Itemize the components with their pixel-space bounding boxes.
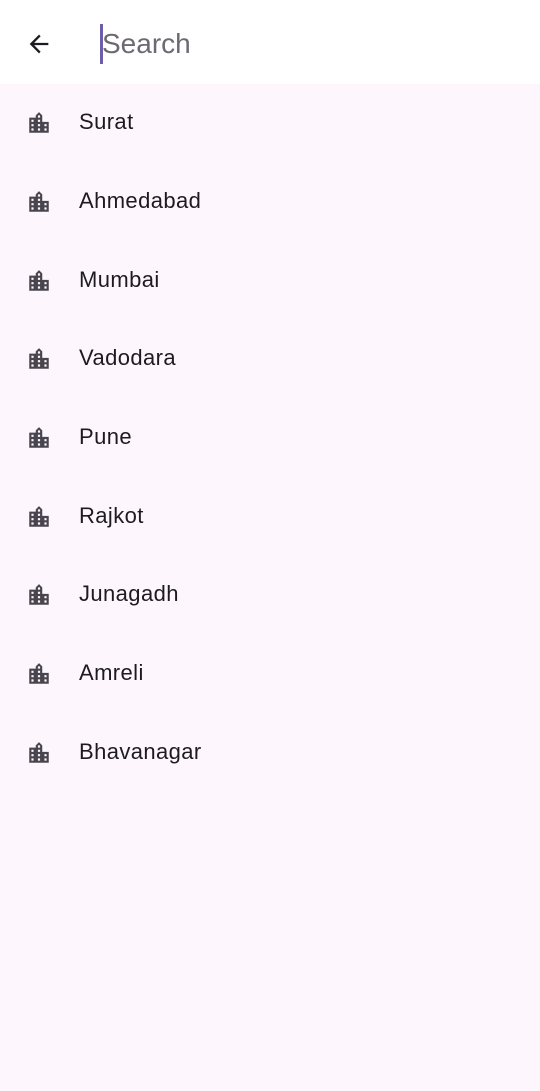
list-item[interactable]: Bhavanagar (0, 714, 540, 792)
list-item[interactable]: Pune (0, 399, 540, 477)
list-item[interactable]: Junagadh (0, 556, 540, 634)
list-item-label: Surat (79, 109, 134, 134)
list-item-label: Amreli (79, 660, 144, 685)
list-item-label: Bhavanagar (79, 739, 202, 764)
city-icon (25, 504, 53, 530)
results-list: Surat Ahmedabad Mumbai Vadodara Pune Raj… (0, 84, 540, 1091)
list-item-label: Vadodara (79, 345, 176, 370)
city-icon (25, 425, 53, 451)
list-item-label: Ahmedabad (79, 188, 202, 213)
city-icon (25, 582, 53, 608)
list-item[interactable]: Ahmedabad (0, 163, 540, 241)
back-button[interactable] (15, 20, 63, 68)
list-item[interactable]: Vadodara (0, 320, 540, 398)
list-item[interactable]: Amreli (0, 635, 540, 713)
list-item[interactable]: Rajkot (0, 478, 540, 556)
list-item-label: Junagadh (79, 581, 179, 606)
city-icon (25, 661, 53, 687)
city-icon (25, 268, 53, 294)
list-item-label: Pune (79, 424, 132, 449)
search-input[interactable] (102, 22, 522, 66)
list-item-label: Rajkot (79, 503, 144, 528)
search-bar (0, 0, 540, 84)
list-item[interactable]: Mumbai (0, 242, 540, 320)
city-icon (25, 189, 53, 215)
city-icon (25, 346, 53, 372)
list-item-label: Mumbai (79, 267, 160, 292)
list-item[interactable]: Surat (0, 84, 540, 162)
city-icon (25, 740, 53, 766)
city-icon (25, 110, 53, 136)
arrow-back-icon (29, 34, 49, 54)
